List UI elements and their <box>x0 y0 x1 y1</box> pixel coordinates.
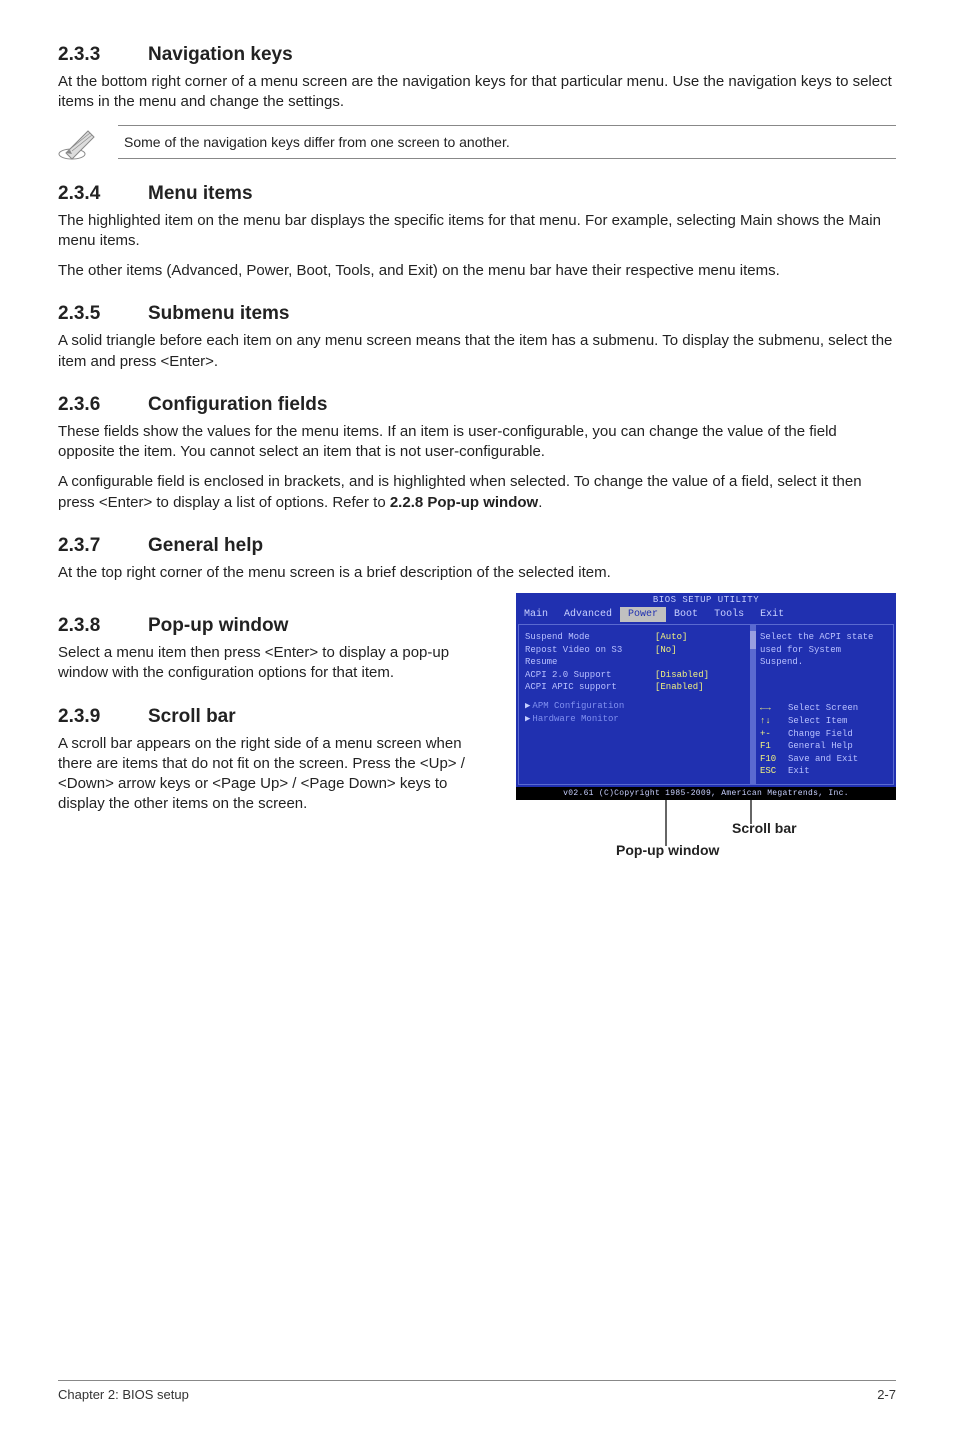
bios-menubar: Main Advanced Power Boot Tools Exit <box>516 607 896 622</box>
heading-number: 2.3.7 <box>58 535 148 557</box>
bios-nav-key: F1 <box>760 740 788 753</box>
heading-title: Submenu items <box>148 303 289 325</box>
heading-title: General help <box>148 535 263 557</box>
bios-item-suspend[interactable]: Suspend Mode [Auto] <box>525 631 747 644</box>
paragraph: A solid triangle before each item on any… <box>58 331 896 372</box>
bios-help-line: Select the ACPI state <box>760 631 887 644</box>
bios-scrollbar-thumb[interactable] <box>750 631 756 649</box>
bios-nav-key: ESC <box>760 765 788 778</box>
bios-help-line: used for System <box>760 644 887 657</box>
heading-title: Pop-up window <box>148 615 288 637</box>
bios-submenu-hardware[interactable]: ▶Hardware Monitor <box>525 713 747 726</box>
heading-navigation-keys: 2.3.3 Navigation keys <box>58 44 896 66</box>
bios-nav-label: Save and Exit <box>788 754 858 764</box>
bios-item-label: ACPI APIC support <box>525 681 655 694</box>
callout-lines-icon <box>516 800 896 870</box>
heading-general-help: 2.3.7 General help <box>58 535 896 557</box>
bios-item-value: [No] <box>655 644 677 669</box>
bios-scrollbar[interactable] <box>750 625 756 784</box>
bios-nav-label: General Help <box>788 741 853 751</box>
bios-submenu-label: Hardware Monitor <box>532 714 618 724</box>
paragraph: At the top right corner of the menu scre… <box>58 563 896 583</box>
page-footer: Chapter 2: BIOS setup 2-7 <box>58 1380 896 1402</box>
heading-number: 2.3.4 <box>58 183 148 205</box>
bios-nav-label: Select Item <box>788 716 847 726</box>
caption-scroll-bar: Scroll bar <box>732 820 797 836</box>
heading-number: 2.3.3 <box>58 44 148 66</box>
bios-nav-key: +- <box>760 728 788 741</box>
bios-nav-key: F10 <box>760 753 788 766</box>
bios-tab-boot[interactable]: Boot <box>666 607 706 622</box>
bios-nav-label: Change Field <box>788 729 853 739</box>
bios-help-line: Suspend. <box>760 656 887 669</box>
bios-tab-tools[interactable]: Tools <box>706 607 752 622</box>
bios-tab-power[interactable]: Power <box>620 607 666 622</box>
heading-number: 2.3.6 <box>58 394 148 416</box>
heading-configuration-fields: 2.3.6 Configuration fields <box>58 394 896 416</box>
bios-nav-key: ←→ <box>760 702 788 715</box>
paragraph: At the bottom right corner of a menu scr… <box>58 72 896 113</box>
triangle-icon: ▶ <box>525 701 530 711</box>
paragraph: The other items (Advanced, Power, Boot, … <box>58 261 896 281</box>
bios-nav-key: ↑↓ <box>760 715 788 728</box>
bios-item-label: ACPI 2.0 Support <box>525 669 655 682</box>
caption-popup-window: Pop-up window <box>616 842 719 858</box>
paragraph: A configurable field is enclosed in brac… <box>58 472 896 513</box>
heading-title: Navigation keys <box>148 44 293 66</box>
footer-page-number: 2-7 <box>877 1387 896 1402</box>
heading-number: 2.3.5 <box>58 303 148 325</box>
paragraph: A scroll bar appears on the right side o… <box>58 734 496 815</box>
bios-item-label: Suspend Mode <box>525 631 655 644</box>
bios-submenu-apm[interactable]: ▶APM Configuration <box>525 700 747 713</box>
heading-submenu-items: 2.3.5 Submenu items <box>58 303 896 325</box>
bios-nav-label: Exit <box>788 766 810 776</box>
text-bold: 2.2.8 Pop-up window <box>390 494 538 511</box>
heading-title: Scroll bar <box>148 706 236 728</box>
bios-footer: v02.61 (C)Copyright 1985-2009, American … <box>516 787 896 800</box>
bios-item-value: [Enabled] <box>655 681 704 694</box>
bios-tab-exit[interactable]: Exit <box>752 607 792 622</box>
bios-main-panel: Suspend Mode [Auto] Repost Video on S3 R… <box>518 624 754 785</box>
bios-item-value: [Auto] <box>655 631 687 644</box>
paragraph: These fields show the values for the men… <box>58 422 896 463</box>
heading-title: Configuration fields <box>148 394 327 416</box>
note-text: Some of the navigation keys differ from … <box>118 125 896 159</box>
heading-scroll-bar: 2.3.9 Scroll bar <box>58 706 496 728</box>
bios-nav-legend: ←→Select Screen ↑↓Select Item +-Change F… <box>760 702 887 778</box>
heading-number: 2.3.9 <box>58 706 148 728</box>
heading-title: Menu items <box>148 183 253 205</box>
heading-menu-items: 2.3.4 Menu items <box>58 183 896 205</box>
bios-item-apic[interactable]: ACPI APIC support [Enabled] <box>525 681 747 694</box>
bios-tab-main[interactable]: Main <box>516 607 556 622</box>
bios-submenu-label: APM Configuration <box>532 701 624 711</box>
footer-chapter: Chapter 2: BIOS setup <box>58 1387 189 1402</box>
bios-help-panel: Select the ACPI state used for System Su… <box>754 624 894 785</box>
paragraph: The highlighted item on the menu bar dis… <box>58 211 896 252</box>
bios-title: BIOS SETUP UTILITY <box>516 593 896 607</box>
bios-item-value: [Disabled] <box>655 669 709 682</box>
bios-nav-label: Select Screen <box>788 703 858 713</box>
bios-item-repost[interactable]: Repost Video on S3 Resume [No] <box>525 644 747 669</box>
bios-item-acpi20[interactable]: ACPI 2.0 Support [Disabled] <box>525 669 747 682</box>
bios-screenshot: BIOS SETUP UTILITY Main Advanced Power B… <box>516 593 896 800</box>
triangle-icon: ▶ <box>525 714 530 724</box>
heading-number: 2.3.8 <box>58 615 148 637</box>
figure-captions: Scroll bar Pop-up window <box>516 800 896 870</box>
paragraph: Select a menu item then press <Enter> to… <box>58 643 496 684</box>
pencil-icon <box>58 123 100 161</box>
bios-item-label: Repost Video on S3 Resume <box>525 644 655 669</box>
heading-popup-window: 2.3.8 Pop-up window <box>58 615 496 637</box>
bios-tab-advanced[interactable]: Advanced <box>556 607 620 622</box>
text: . <box>538 494 542 511</box>
note-box: Some of the navigation keys differ from … <box>58 123 896 161</box>
